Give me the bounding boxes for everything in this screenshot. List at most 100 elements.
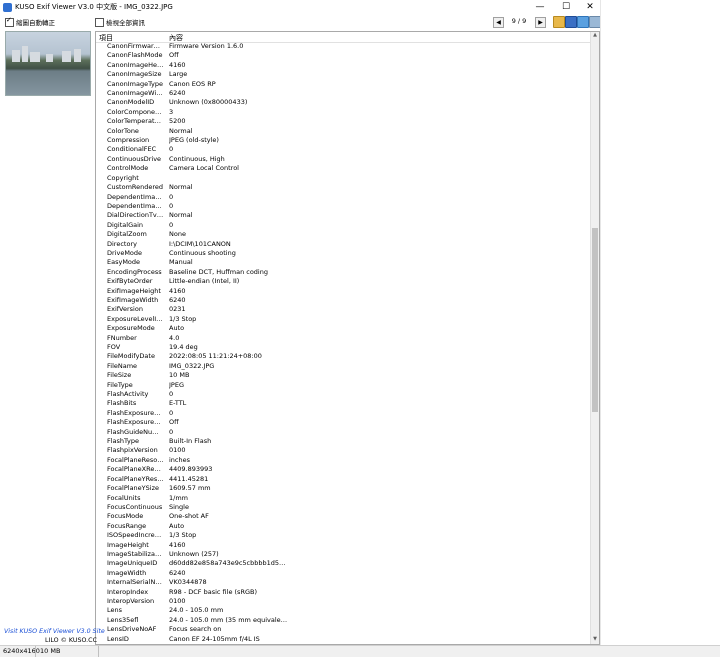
- table-row[interactable]: FocusContinuous Single: [96, 503, 590, 512]
- table-row[interactable]: DialDirectionTvAv Normal: [96, 211, 590, 220]
- exif-tag-name: DependentImage1...: [107, 192, 164, 201]
- status-bar: 6240x4160 10 MB: [0, 645, 720, 657]
- exif-tag-value: 4160: [169, 286, 186, 295]
- table-row[interactable]: Compression JPEG (old-style): [96, 136, 590, 145]
- table-row[interactable]: FlashBits E-TTL: [96, 399, 590, 408]
- table-row[interactable]: CanonImageSize Large: [96, 70, 590, 79]
- open-folder-icon[interactable]: [553, 16, 565, 28]
- table-row[interactable]: FileModifyDate 2022:08:05 11:21:24+08:00: [96, 352, 590, 361]
- exif-tag-value: 4.0: [169, 333, 180, 342]
- exif-tag-name: CustomRendered: [107, 183, 164, 192]
- table-row[interactable]: Directory I:\DCIM\101CANON: [96, 240, 590, 249]
- exif-tag-name: Copyright: [107, 173, 139, 182]
- next-image-button[interactable]: ▶: [535, 17, 546, 28]
- table-row[interactable]: ExifByteOrder Little-endian (Intel, II): [96, 277, 590, 286]
- table-row[interactable]: CanonImageHeight 4160: [96, 61, 590, 70]
- table-row[interactable]: ExposureMode Auto: [96, 324, 590, 333]
- table-row[interactable]: LensID Canon EF 24-105mm f/4L IS: [96, 635, 590, 644]
- table-row[interactable]: ExifImageWidth 6240: [96, 296, 590, 305]
- scroll-up-icon[interactable]: ▲: [591, 32, 599, 40]
- table-row[interactable]: ImageHeight 4160: [96, 541, 590, 550]
- table-row[interactable]: FileName IMG_0322.JPG: [96, 362, 590, 371]
- table-row[interactable]: FocusMode One-shot AF: [96, 512, 590, 521]
- exif-tag-value: 0: [169, 145, 174, 154]
- table-row[interactable]: CustomRendered Normal: [96, 183, 590, 192]
- table-row[interactable]: LensDriveNoAF Focus search on: [96, 625, 590, 634]
- table-row[interactable]: FocalPlaneXResolu... 4409.893993: [96, 465, 590, 474]
- table-row[interactable]: CanonFirmwareVer... Firmware Version 1.6.…: [96, 42, 590, 51]
- table-row[interactable]: CanonImageType Canon EOS RP: [96, 80, 590, 89]
- table-row[interactable]: DigitalZoom None: [96, 230, 590, 239]
- table-row[interactable]: DigitalGain 0: [96, 221, 590, 230]
- table-row[interactable]: ISOSpeedIncrements 1/3 Stop: [96, 531, 590, 540]
- table-row[interactable]: FlashActivity 0: [96, 390, 590, 399]
- table-row[interactable]: EncodingProcess Baseline DCT, Huffman cod…: [96, 268, 590, 277]
- table-row[interactable]: ControlMode Camera Local Control: [96, 164, 590, 173]
- table-row[interactable]: EasyMode Manual: [96, 258, 590, 267]
- table-row[interactable]: FlashpixVersion 0100: [96, 446, 590, 455]
- table-row[interactable]: DependentImage1... 0: [96, 193, 590, 202]
- save-icon[interactable]: [565, 16, 577, 28]
- table-row[interactable]: FlashType Built-In Flash: [96, 437, 590, 446]
- exif-tag-value: 0: [169, 220, 174, 229]
- floppy-icon[interactable]: [577, 16, 589, 28]
- table-row[interactable]: ExifVersion 0231: [96, 305, 590, 314]
- table-row[interactable]: ExifImageHeight 4160: [96, 287, 590, 296]
- table-row[interactable]: FocalUnits 1/mm: [96, 494, 590, 503]
- table-row[interactable]: Lens35efl 24.0 - 105.0 mm (35 mm equivale…: [96, 616, 590, 625]
- table-row[interactable]: FileSize 10 MB: [96, 371, 590, 380]
- auto-rotate-checkbox[interactable]: 縮圖自動轉正: [5, 16, 55, 27]
- show-all-checkbox[interactable]: 檢視全部資訊: [95, 17, 145, 27]
- table-row[interactable]: ColorTemperature 5200: [96, 117, 590, 126]
- scroll-down-icon[interactable]: ▼: [591, 636, 599, 644]
- table-row[interactable]: FocalPlaneResoluti... inches: [96, 456, 590, 465]
- table-row[interactable]: DependentImage2... 0: [96, 202, 590, 211]
- table-row[interactable]: FocalPlaneYSize 1609.57 mm: [96, 484, 590, 493]
- table-row[interactable]: FocalPlaneYResol... 4411.45281: [96, 475, 590, 484]
- table-row[interactable]: InteropVersion 0100: [96, 597, 590, 606]
- maximize-button[interactable]: ☐: [554, 0, 578, 14]
- table-row[interactable]: ColorTone Normal: [96, 127, 590, 136]
- table-row[interactable]: FlashExposureComp 0: [96, 409, 590, 418]
- table-row[interactable]: Copyright: [96, 174, 590, 183]
- website-link[interactable]: Visit KUSO Exif Viewer V3.0 Site: [4, 628, 105, 635]
- table-row[interactable]: CanonImageWidth 6240: [96, 89, 590, 98]
- table-row[interactable]: ContinuousDrive Continuous, High: [96, 155, 590, 164]
- image-thumbnail[interactable]: [5, 31, 91, 96]
- exif-tag-name: FlashGuideNumber: [107, 427, 164, 436]
- table-row[interactable]: ImageUniqueID d60dd82e858a743e9c5cbbbb1d5…: [96, 559, 590, 568]
- table-row[interactable]: InternalSerialNumber VK0344878: [96, 578, 590, 587]
- table-row[interactable]: DriveMode Continuous shooting: [96, 249, 590, 258]
- minimize-button[interactable]: —: [528, 0, 552, 14]
- vertical-scrollbar[interactable]: ▲ ▼: [590, 32, 599, 644]
- table-row[interactable]: ImageWidth 6240: [96, 569, 590, 578]
- checkbox-checked-icon[interactable]: [5, 16, 14, 27]
- exif-tag-value: Little-endian (Intel, II): [169, 277, 240, 286]
- exif-tag-value: IMG_0322.JPG: [169, 361, 215, 370]
- table-row[interactable]: FOV 19.4 deg: [96, 343, 590, 352]
- exif-tag-value: 10 MB: [169, 371, 190, 380]
- window-title: KUSO Exif Viewer V3.0 中文版 - IMG_0322.JPG: [15, 3, 173, 11]
- table-row[interactable]: CanonModelID Unknown (0x80000433): [96, 98, 590, 107]
- exif-tag-value: d60dd82e858a743e9c5cbbbb1d5244f3: [169, 559, 289, 568]
- table-row[interactable]: ColorComponents 3: [96, 108, 590, 117]
- exif-tag-value: Focus search on: [169, 625, 222, 634]
- prev-image-button[interactable]: ◀: [493, 17, 504, 28]
- exif-tag-name: DependentImage2...: [107, 201, 164, 210]
- table-row[interactable]: Lens 24.0 - 105.0 mm: [96, 606, 590, 615]
- scrollbar-thumb[interactable]: [592, 228, 598, 412]
- table-row[interactable]: ImageStabilization Unknown (257): [96, 550, 590, 559]
- table-row[interactable]: FlashGuideNumber 0: [96, 428, 590, 437]
- table-row[interactable]: FileType JPEG: [96, 381, 590, 390]
- table-row[interactable]: ConditionalFEC 0: [96, 145, 590, 154]
- table-row[interactable]: CanonFlashMode Off: [96, 51, 590, 60]
- close-button[interactable]: ✕: [578, 0, 602, 14]
- table-row[interactable]: FlashExposureLock Off: [96, 418, 590, 427]
- table-row[interactable]: InteropIndex R98 - DCF basic file (sRGB): [96, 588, 590, 597]
- table-row[interactable]: ExposureLevelIncre... 1/3 Stop: [96, 315, 590, 324]
- exif-tag-name: FileType: [107, 380, 133, 389]
- exif-table[interactable]: 項目 內容 CanonFirmwareVer...Firmware Versio…: [95, 31, 600, 645]
- table-row[interactable]: FocusRange Auto: [96, 522, 590, 531]
- table-row[interactable]: FNumber 4.0: [96, 334, 590, 343]
- checkbox-unchecked-icon[interactable]: [95, 17, 104, 27]
